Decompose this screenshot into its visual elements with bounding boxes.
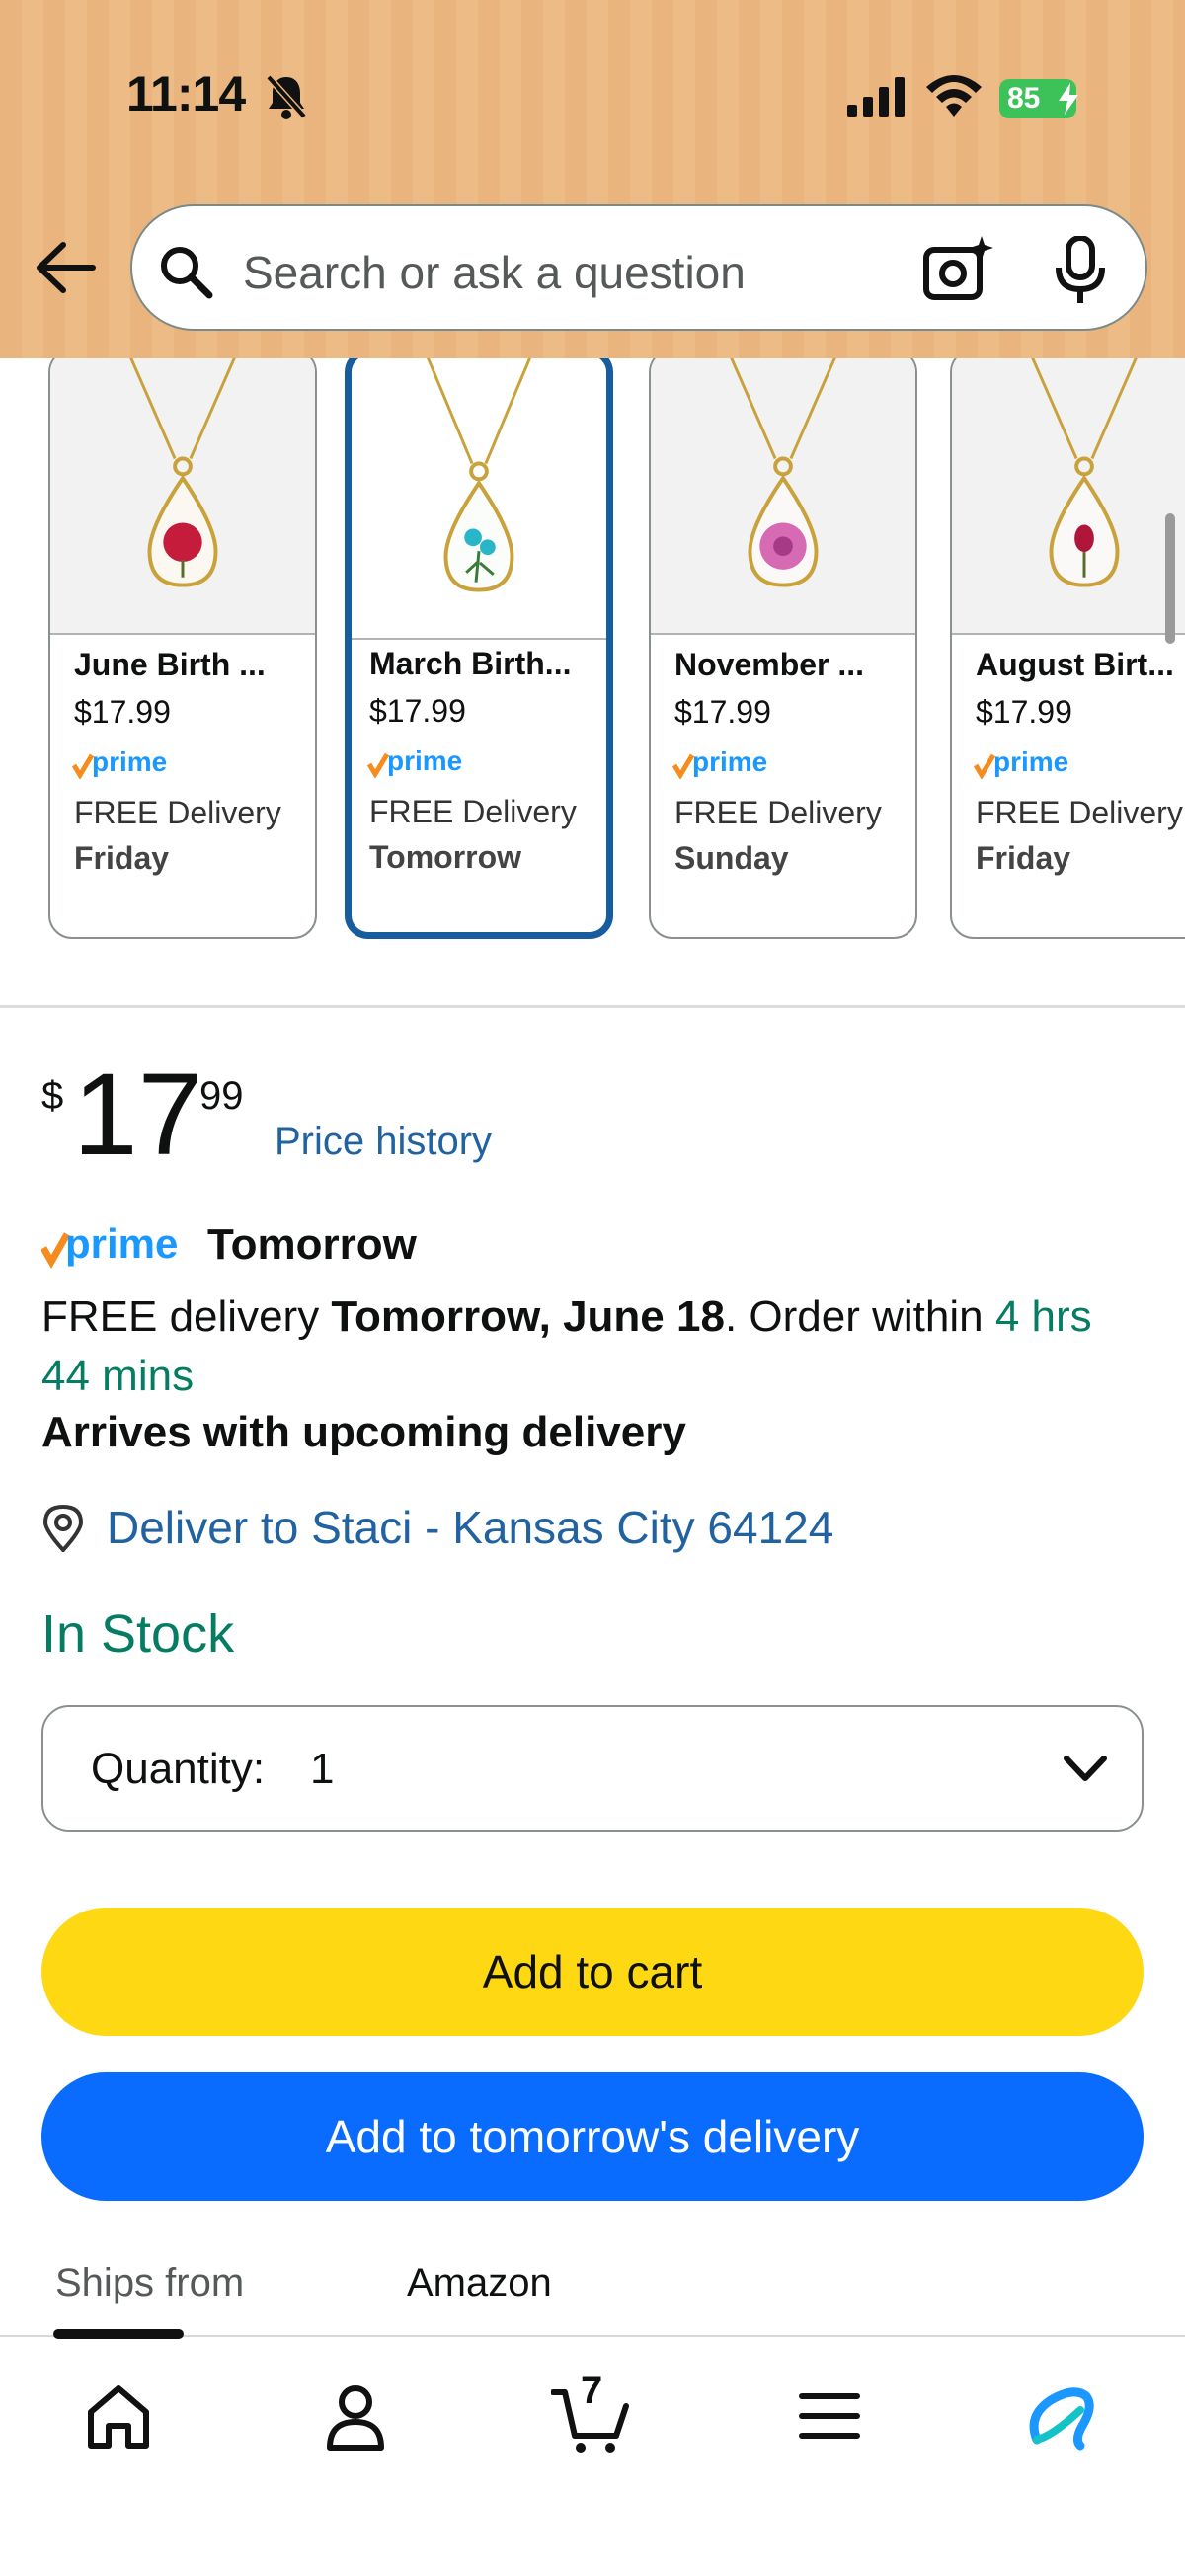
variant-carousel: June Birth ... $17.99 prime FREE Deliver… (0, 358, 1185, 941)
price-history-link[interactable]: Price history (275, 1120, 492, 1164)
ships-from-value: Amazon (407, 2261, 552, 2304)
variant-price: $17.99 (74, 694, 171, 730)
variant-delivery-day: Friday (976, 840, 1071, 876)
variant-price: $17.99 (976, 694, 1072, 730)
quantity-value: 1 (310, 1745, 335, 1793)
variant-price: $17.99 (674, 694, 771, 730)
product-image (50, 358, 315, 635)
signal-icon (847, 77, 905, 117)
charging-bolt-icon (1059, 83, 1078, 115)
delivery-date: Tomorrow, June 18 (331, 1292, 725, 1341)
camera-search-icon[interactable] (922, 236, 993, 301)
variant-card-august[interactable]: August Birt... $17.99 prime FREE Deliver… (950, 358, 1185, 939)
bottom-nav: 7 (0, 2329, 1185, 2576)
prime-delivery-label: Tomorrow (207, 1220, 417, 1269)
arrives-note: Arrives with upcoming delivery (41, 1408, 686, 1456)
add-to-tomorrow-delivery-button[interactable]: Add to tomorrow's delivery (41, 2072, 1144, 2201)
variant-price: $17.99 (369, 693, 466, 729)
deliver-to-link[interactable]: Deliver to Staci - Kansas City 64124 (107, 1501, 833, 1554)
active-tab-indicator (53, 2329, 184, 2339)
delivery-free-prefix: FREE delivery (41, 1292, 332, 1341)
section-divider (0, 1005, 1185, 1008)
variant-delivery-day: Friday (74, 840, 170, 876)
add-to-cart-button[interactable]: Add to cart (41, 1908, 1144, 2036)
wifi-icon (926, 75, 982, 117)
order-within-prefix: . Order within (724, 1292, 995, 1341)
variant-name: November ... (674, 647, 865, 682)
price-currency: $ (41, 1074, 64, 1118)
variant-delivery: FREE Delivery (674, 795, 882, 830)
prime-word: prime (692, 746, 767, 777)
battery-indicator: 85 (999, 79, 1078, 118)
variant-delivery-day: Tomorrow (369, 839, 522, 875)
microphone-icon[interactable] (1053, 236, 1108, 305)
quantity-label: Quantity: (91, 1745, 266, 1793)
prime-logo-icon: prime (974, 746, 1068, 779)
search-icon (161, 247, 213, 299)
variant-name: June Birth ... (74, 647, 266, 682)
bell-muted-icon (266, 74, 307, 119)
variant-name: August Birt... (976, 647, 1174, 682)
variant-card-june[interactable]: June Birth ... $17.99 prime FREE Deliver… (48, 358, 317, 939)
ships-from-label: Ships from (55, 2261, 245, 2304)
prime-word: prime (387, 745, 462, 776)
product-image (352, 358, 606, 640)
prime-word: prime (92, 746, 167, 777)
home-icon[interactable] (79, 2377, 158, 2456)
profile-icon[interactable] (316, 2377, 395, 2456)
prime-logo-icon: prime (672, 746, 767, 779)
back-arrow-icon[interactable] (36, 241, 97, 294)
quantity-dropdown[interactable]: Quantity: 1 (41, 1705, 1144, 1832)
product-image (952, 358, 1185, 635)
prime-logo-icon: prime (367, 745, 462, 778)
prime-word: prime (65, 1220, 178, 1267)
variant-name: March Birth... (369, 646, 572, 681)
search-input[interactable]: Search or ask a question (243, 246, 746, 299)
variant-card-march[interactable]: March Birth... $17.99 prime FREE Deliver… (345, 358, 613, 939)
delivery-message: FREE delivery Tomorrow, June 18. Order w… (41, 1288, 1147, 1406)
necklace-image (1031, 358, 1138, 587)
status-time: 11:14 (126, 66, 246, 121)
variant-delivery: FREE Delivery (369, 794, 577, 829)
variant-delivery-day: Sunday (674, 840, 789, 876)
cart-nav-item[interactable]: 7 (550, 2369, 630, 2456)
cart-count-badge: 7 (581, 2369, 603, 2412)
variant-delivery: FREE Delivery (74, 795, 281, 830)
price-fraction: 99 (199, 1074, 244, 1118)
prime-word: prime (993, 746, 1068, 777)
variant-card-november[interactable]: November ... $17.99 prime FREE Delivery … (649, 358, 917, 939)
necklace-image (730, 358, 836, 587)
prime-logo-icon: prime (41, 1220, 178, 1270)
scrollbar[interactable] (1165, 513, 1175, 644)
stock-status: In Stock (41, 1604, 235, 1664)
chevron-down-icon (1064, 1756, 1107, 1781)
rufus-ai-icon[interactable] (1023, 2377, 1102, 2456)
product-image (651, 358, 915, 635)
menu-icon[interactable] (790, 2377, 869, 2456)
search-bar[interactable]: Search or ask a question (130, 204, 1147, 331)
necklace-image (426, 358, 532, 592)
battery-level: 85 (1007, 82, 1041, 115)
top-header: 11:14 85 Search or ask a question (0, 0, 1185, 358)
variant-delivery: FREE Delivery (976, 795, 1183, 830)
location-pin-icon (42, 1505, 84, 1552)
price-whole: 17 (73, 1050, 203, 1180)
prime-logo-icon: prime (72, 746, 167, 779)
necklace-image (129, 358, 236, 587)
